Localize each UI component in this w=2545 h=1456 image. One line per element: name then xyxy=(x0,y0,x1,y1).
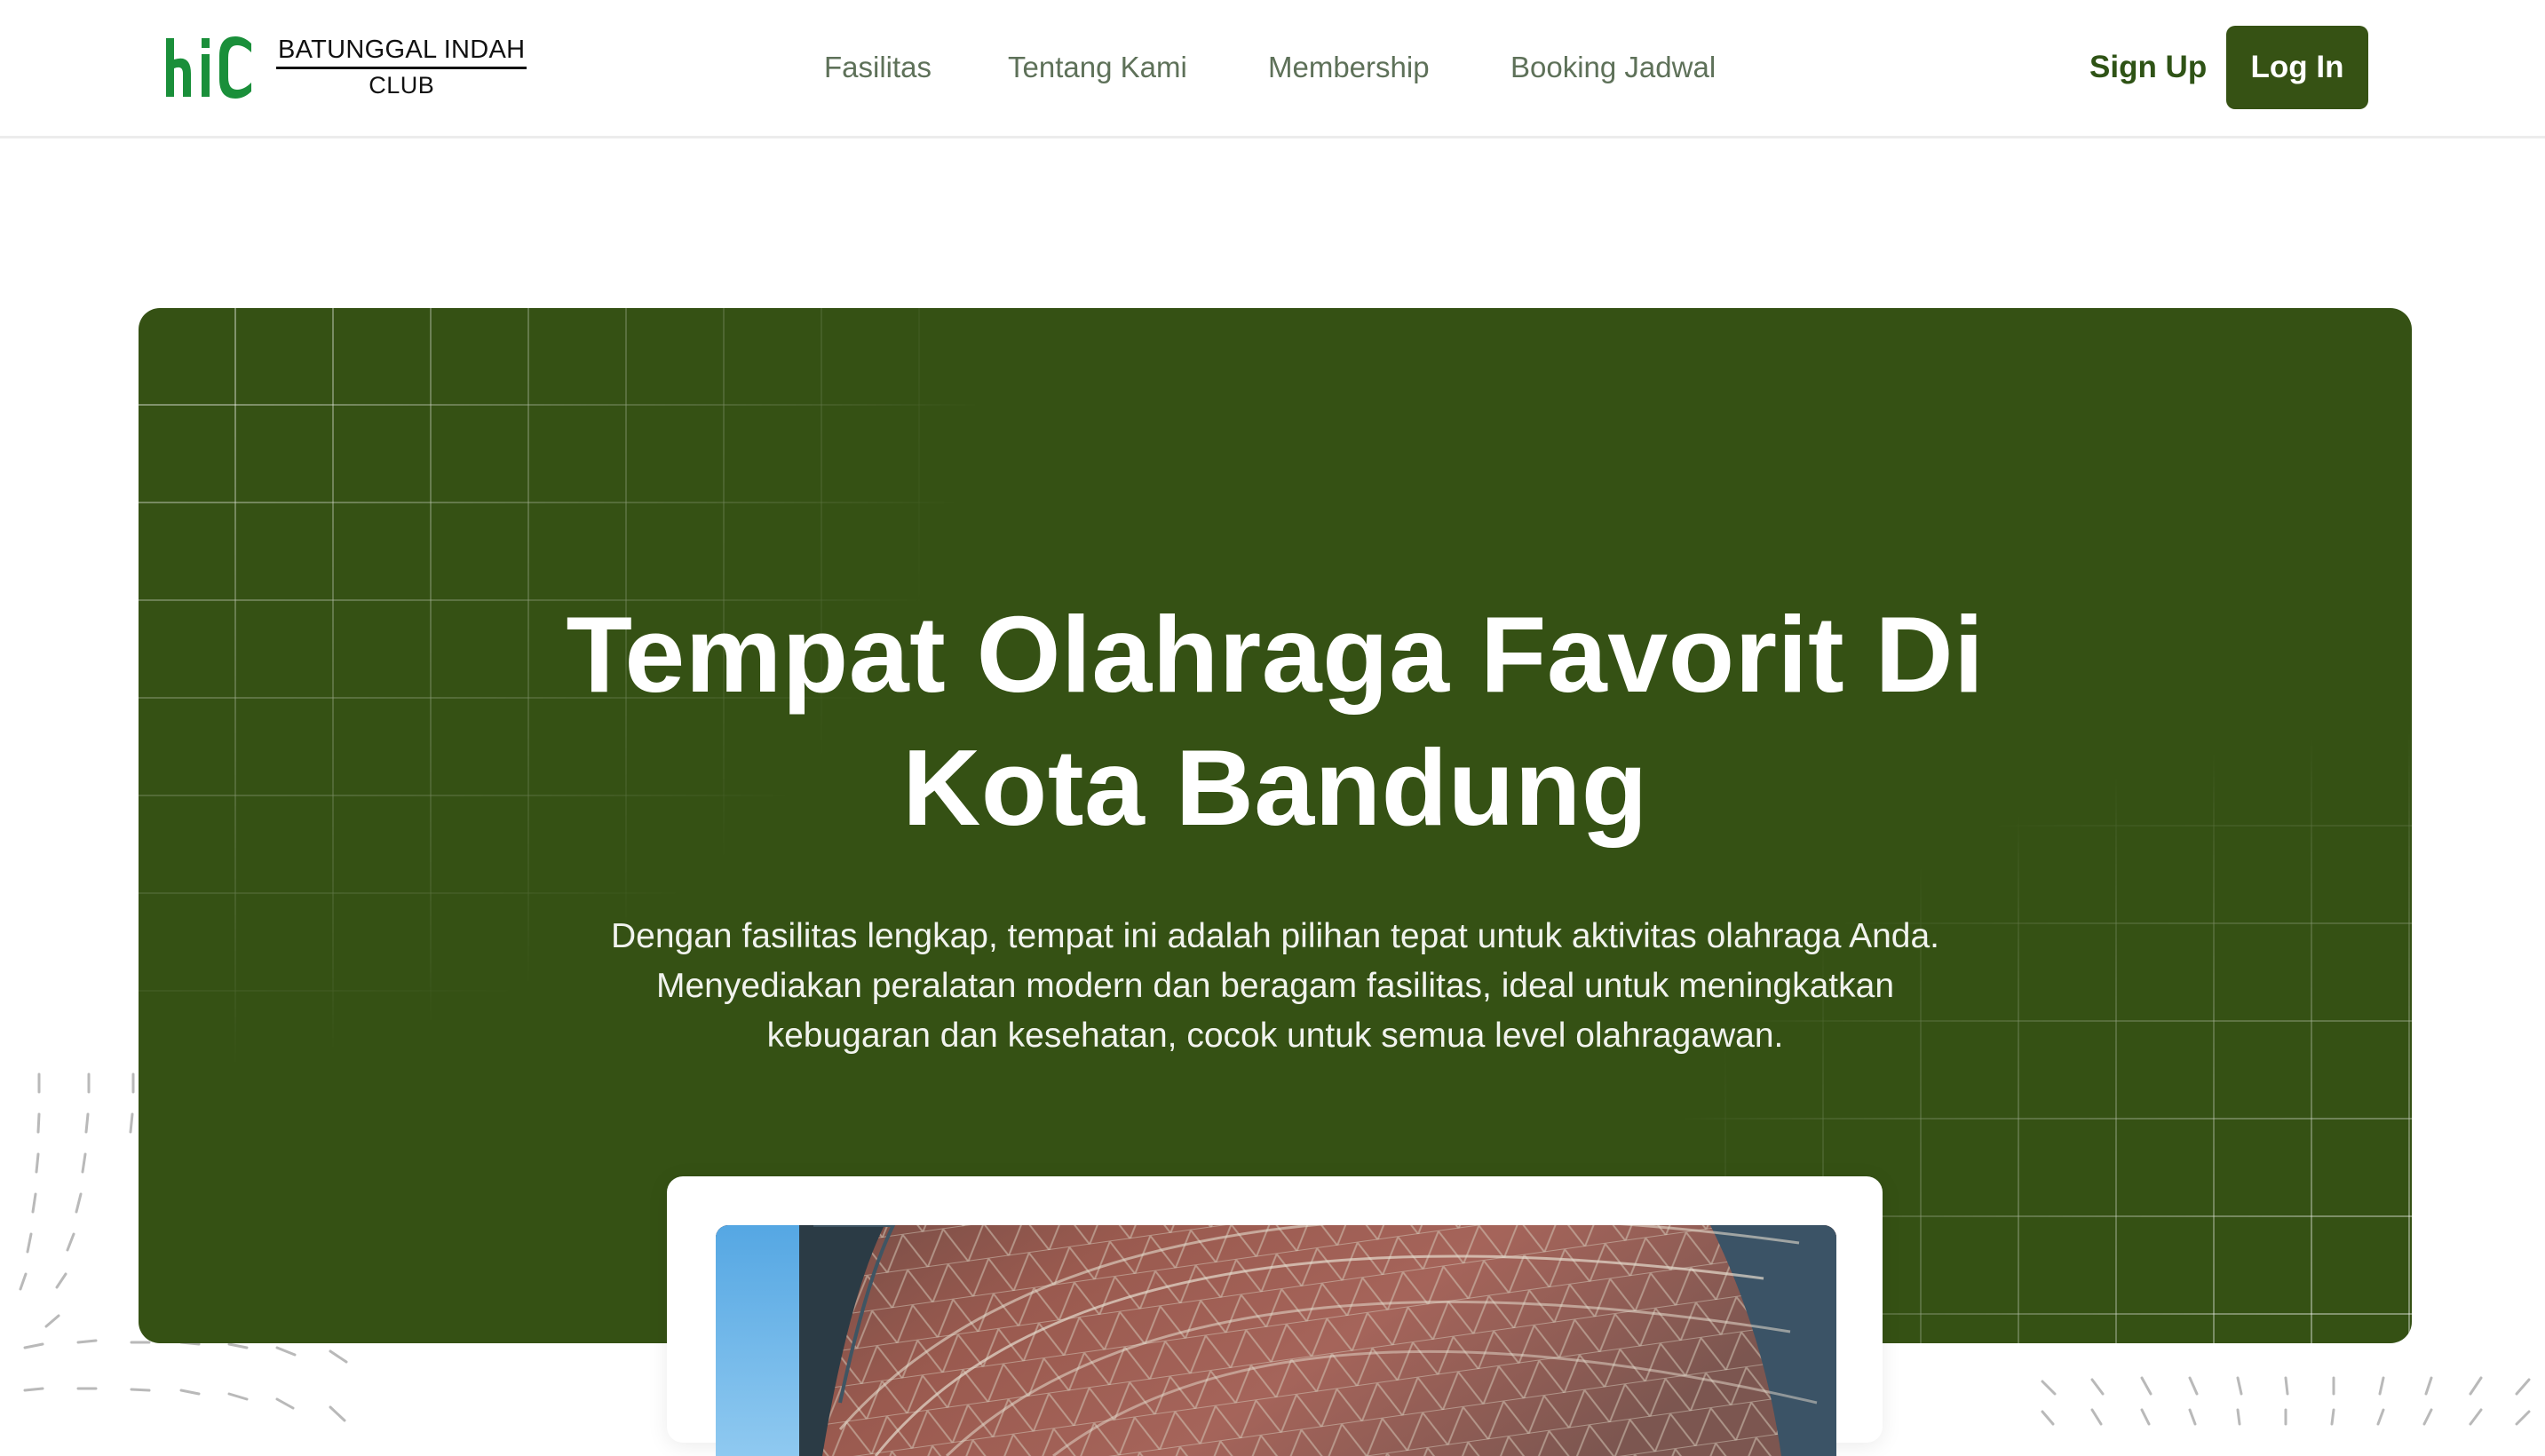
brand-name: BATUNGGAL INDAH CLUB xyxy=(276,35,527,101)
brand-name-line2: CLUB xyxy=(369,71,435,99)
hero-subtitle-line3: kebugaran dan kesehatan, cocok untuk sem… xyxy=(766,1017,1784,1055)
nav-link-fasilitas[interactable]: Fasilitas xyxy=(824,50,932,85)
hero-subtitle-line1: Dengan fasilitas lengkap, tempat ini ada… xyxy=(611,917,1939,955)
brand-logo[interactable]: BATUNGGAL INDAH CLUB xyxy=(164,32,527,103)
site-header: BATUNGGAL INDAH CLUB Fasilitas Tentang K… xyxy=(0,0,2545,138)
nav-link-booking-jadwal[interactable]: Booking Jadwal xyxy=(1510,50,1716,85)
brand-logo-mark-icon xyxy=(166,36,251,99)
hero-subtitle: Dengan fasilitas lengkap, tempat ini ada… xyxy=(139,912,2412,1061)
log-in-button[interactable]: Log In xyxy=(2226,26,2368,109)
nav-link-membership[interactable]: Membership xyxy=(1268,50,1430,85)
hero-title-line2: Kota Bandung xyxy=(902,727,1648,848)
decorative-dash-pattern-right xyxy=(2041,1376,2531,1426)
brand-name-line1: BATUNGGAL INDAH xyxy=(276,35,527,69)
facility-preview-card xyxy=(667,1176,1883,1456)
hero-title-line1: Tempat Olahraga Favorit Di xyxy=(566,594,1985,715)
hero-subtitle-line2: Menyediakan peralatan modern dan beragam… xyxy=(655,967,1895,1005)
nav-link-tentang-kami[interactable]: Tentang Kami xyxy=(1008,50,1187,85)
facility-roof-photo-icon xyxy=(716,1225,1836,1456)
sign-up-link[interactable]: Sign Up xyxy=(2089,49,2207,86)
hero-title: Tempat Olahraga Favorit Di Kota Bandung xyxy=(139,588,2412,854)
